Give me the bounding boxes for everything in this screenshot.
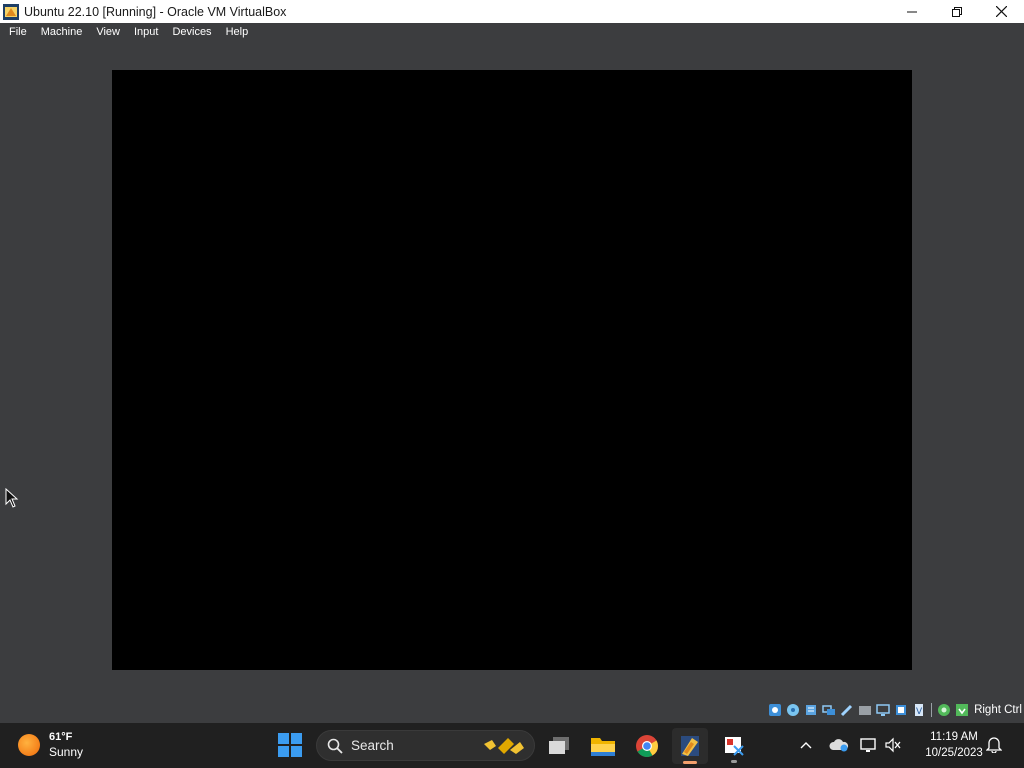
vm-status-bar: V Right Ctrl xyxy=(767,700,1024,720)
menu-input[interactable]: Input xyxy=(129,23,163,42)
hard-disk-icon[interactable] xyxy=(767,702,783,718)
sun-icon xyxy=(18,734,40,756)
status-separator xyxy=(931,703,933,717)
virtualbox-icon xyxy=(681,736,699,756)
chrome-button[interactable] xyxy=(629,728,665,764)
snipping-tool-icon xyxy=(725,737,744,756)
start-button[interactable] xyxy=(276,731,304,759)
active-indicator xyxy=(683,761,697,764)
virtualbox-icon xyxy=(3,3,19,20)
audio-icon[interactable] xyxy=(803,702,819,718)
cpu-icon[interactable]: V xyxy=(911,702,927,718)
chrome-icon xyxy=(636,735,658,757)
file-explorer-button[interactable] xyxy=(585,728,621,764)
weather-temp: 61°F xyxy=(49,731,73,743)
task-view-button[interactable] xyxy=(541,728,577,764)
taskbar-clock[interactable]: 11:19 AM 10/25/2023 xyxy=(914,729,994,761)
svg-text:V: V xyxy=(916,707,923,717)
task-view-icon xyxy=(549,737,569,754)
weather-widget[interactable]: 61°F Sunny xyxy=(18,728,83,762)
weather-condition: Sunny xyxy=(49,745,84,759)
search-icon xyxy=(327,738,343,754)
usb-icon[interactable] xyxy=(839,702,855,718)
close-icon xyxy=(996,6,1007,17)
clock-time: 11:19 AM xyxy=(930,731,978,743)
notification-bell-icon[interactable] xyxy=(985,735,1003,758)
menu-machine[interactable]: Machine xyxy=(36,23,88,42)
file-explorer-icon xyxy=(591,738,615,756)
vm-display[interactable] xyxy=(112,70,912,670)
minimize-icon xyxy=(906,11,917,12)
virtualbox-taskbar-button[interactable] xyxy=(672,728,708,764)
minimize-button[interactable] xyxy=(889,0,934,23)
volume-muted-icon[interactable] xyxy=(883,737,903,753)
maximize-icon xyxy=(951,6,962,17)
menu-devices[interactable]: Devices xyxy=(167,23,216,42)
search-highlight-icon xyxy=(484,738,524,754)
menu-file[interactable]: File xyxy=(4,23,32,42)
clock-date: 10/25/2023 xyxy=(925,747,983,759)
search-placeholder: Search xyxy=(351,738,394,753)
menu-help[interactable]: Help xyxy=(221,23,254,42)
snipping-tool-button[interactable] xyxy=(716,728,752,764)
onedrive-icon[interactable] xyxy=(827,738,851,752)
mouse-cursor-icon xyxy=(5,488,19,508)
network-status-icon[interactable] xyxy=(857,737,881,753)
taskbar: 61°F Sunny Search 11:19 AM 10/25/2023 xyxy=(0,723,1024,768)
recording-icon[interactable] xyxy=(893,702,909,718)
keyboard-capture-icon[interactable] xyxy=(954,702,970,718)
title-bar[interactable]: Ubuntu 22.10 [Running] - Oracle VM Virtu… xyxy=(0,0,1024,23)
window-title: Ubuntu 22.10 [Running] - Oracle VM Virtu… xyxy=(24,4,287,19)
menu-view[interactable]: View xyxy=(91,23,125,42)
host-key-label: Right Ctrl xyxy=(974,704,1022,716)
running-indicator xyxy=(731,760,737,763)
chevron-up-icon[interactable] xyxy=(797,741,815,749)
mouse-integration-icon[interactable] xyxy=(936,702,952,718)
virtualbox-window: Ubuntu 22.10 [Running] - Oracle VM Virtu… xyxy=(0,0,1024,723)
display-icon[interactable] xyxy=(875,702,891,718)
shared-folders-icon[interactable] xyxy=(857,702,873,718)
network-icon[interactable] xyxy=(821,702,837,718)
taskbar-search[interactable]: Search xyxy=(316,730,535,761)
optical-drive-icon[interactable] xyxy=(785,702,801,718)
system-tray xyxy=(797,731,903,759)
close-button[interactable] xyxy=(979,0,1024,23)
menu-bar: File Machine View Input Devices Help xyxy=(0,23,1024,42)
maximize-button[interactable] xyxy=(934,0,979,23)
start-icon xyxy=(278,733,302,757)
